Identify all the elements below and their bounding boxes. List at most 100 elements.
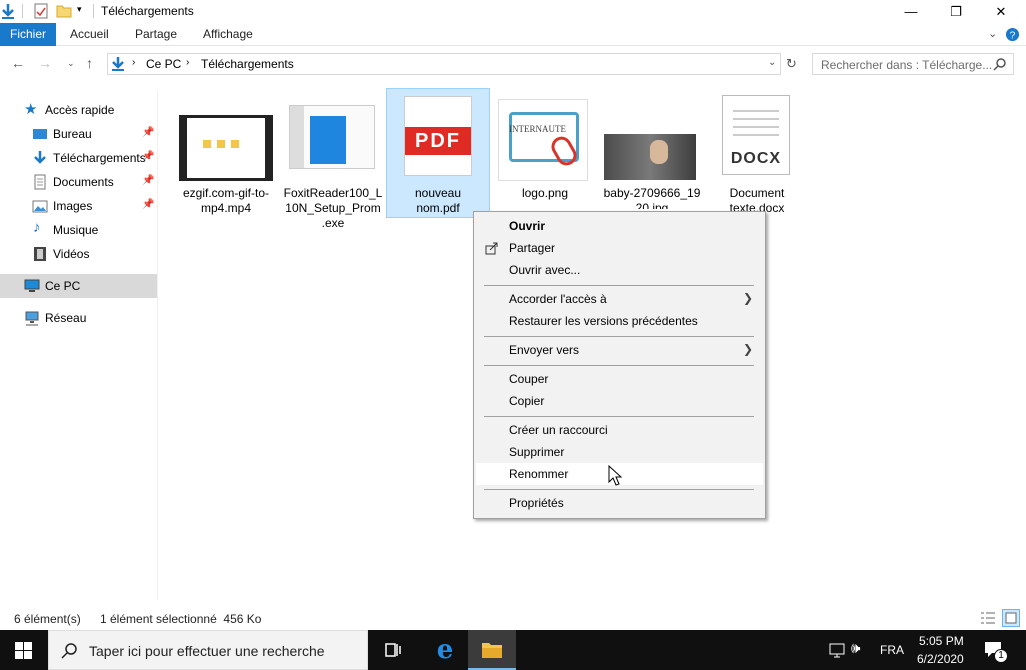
menu-item-label: Propriétés: [509, 496, 564, 510]
file-explorer-taskbar-button[interactable]: [468, 630, 516, 670]
file-name-line: ezgif.com-gif-to-: [182, 186, 270, 200]
menu-item-supprimer[interactable]: Supprimer: [476, 441, 763, 463]
file-item[interactable]: DOCX Document texte.docx: [705, 88, 809, 218]
navigation-pane: ★ Accès rapide Bureau 📌 Téléchargements …: [0, 90, 157, 600]
breadcrumb-telechargements[interactable]: Téléchargements: [201, 57, 294, 71]
menu-item-partager[interactable]: Partager: [476, 237, 763, 259]
sidebar-item-ce-pc[interactable]: Ce PC: [0, 274, 157, 298]
baby-shape: [650, 140, 668, 164]
pin-icon[interactable]: 📌: [142, 175, 154, 186]
pin-icon[interactable]: 📌: [142, 199, 154, 210]
up-arrow-icon[interactable]: ↑: [86, 55, 93, 71]
title-bar: ▾ Téléchargements — ❐ ✕: [0, 0, 1026, 23]
sidebar-item-images[interactable]: Images 📌: [0, 194, 157, 218]
file-item[interactable]: ezgif.com-gif-to- mp4.mp4: [174, 88, 278, 218]
desktop-icon: [33, 129, 47, 139]
details-view-icon[interactable]: [980, 610, 996, 626]
windows-start-icon[interactable]: [15, 642, 32, 659]
clock-time[interactable]: 5:05 PM: [919, 634, 964, 648]
tab-accueil[interactable]: Accueil: [60, 23, 119, 46]
close-button[interactable]: ✕: [978, 0, 1024, 23]
sidebar-item-label: Réseau: [45, 311, 87, 325]
language-indicator[interactable]: FRA: [880, 643, 904, 657]
menu-item-proprietes[interactable]: Propriétés: [476, 492, 763, 514]
navigation-bar: ← → ⌄ ↑ › Ce PC › Téléchargements ⌄ ↻ Re…: [0, 47, 1026, 81]
menu-item-ouvrir[interactable]: Ouvrir: [476, 215, 763, 237]
menu-item-label: Partager: [509, 241, 556, 255]
menu-item-envoyer-vers[interactable]: Envoyer vers ❯: [476, 339, 763, 361]
menu-separator: [484, 489, 754, 490]
sidebar-item-videos[interactable]: Vidéos: [0, 242, 157, 266]
videos-icon: [34, 247, 46, 261]
menu-separator: [484, 336, 754, 337]
customize-toolbar-icon[interactable]: ▾: [77, 4, 82, 15]
file-item[interactable]: baby-2709666_19 20.jpg: [600, 88, 704, 218]
file-name-line: FoxitReader100_L: [283, 186, 383, 200]
back-arrow-icon[interactable]: ←: [11, 55, 25, 71]
volume-icon[interactable]: 🕪: [851, 640, 860, 657]
pin-icon[interactable]: 📌: [142, 151, 154, 162]
forward-arrow-icon[interactable]: →: [38, 55, 52, 71]
file-item[interactable]: INTERNAUTE DÉBUTANT logo.png: [493, 88, 597, 218]
tab-fichier[interactable]: Fichier: [0, 23, 56, 46]
file-name: Document texte.docx: [705, 186, 809, 214]
tab-partage[interactable]: Partage: [125, 23, 187, 46]
large-icons-view-icon[interactable]: [1002, 609, 1020, 627]
sidebar-item-bureau[interactable]: Bureau 📌: [0, 122, 157, 146]
menu-separator: [484, 285, 754, 286]
minimize-button[interactable]: —: [888, 0, 934, 23]
file-name: FoxitReader100_L 10N_Setup_Prom .exe: [281, 186, 385, 231]
file-name-line: .exe: [321, 216, 345, 230]
menu-item-ouvrir-avec[interactable]: Ouvrir avec...: [476, 259, 763, 281]
tab-affichage[interactable]: Affichage: [193, 23, 263, 46]
taskbar: Taper ici pour effectuer une recherche e…: [0, 630, 1026, 670]
breadcrumb-ce-pc[interactable]: Ce PC: [146, 57, 181, 71]
sidebar-item-documents[interactable]: Documents 📌: [0, 170, 157, 194]
pane-divider[interactable]: [157, 90, 158, 600]
share-icon: [485, 242, 498, 255]
menu-item-creer-raccourci[interactable]: Créer un raccourci: [476, 419, 763, 441]
sidebar-item-musique[interactable]: ♪ Musique: [0, 218, 157, 242]
search-icon: [993, 58, 1006, 71]
docx-label: DOCX: [730, 150, 782, 167]
sidebar-item-label: Musique: [53, 223, 99, 237]
chevron-right-icon[interactable]: ›: [186, 57, 189, 68]
properties-icon[interactable]: [33, 3, 49, 19]
new-folder-icon[interactable]: [56, 3, 72, 19]
video-thumbnail: [179, 115, 273, 181]
task-view-icon[interactable]: [383, 641, 401, 659]
search-box[interactable]: Rechercher dans : Télécharge...: [812, 53, 1014, 75]
edge-browser-icon[interactable]: e: [425, 630, 465, 670]
status-bar: 6 élément(s) 1 élément sélectionné 456 K…: [0, 607, 1026, 629]
sidebar-item-telechargements[interactable]: Téléchargements 📌: [0, 146, 157, 170]
pin-icon[interactable]: 📌: [142, 127, 154, 138]
sidebar-item-label: Vidéos: [53, 247, 90, 261]
chevron-right-icon[interactable]: ›: [132, 57, 135, 68]
ribbon-tabs: Fichier Accueil Partage Affichage ⌄ ?: [0, 23, 1026, 46]
network-tray-icon[interactable]: [828, 643, 846, 659]
sidebar-item-reseau[interactable]: Réseau: [0, 306, 157, 330]
menu-item-accorder-acces[interactable]: Accorder l'accès à ❯: [476, 288, 763, 310]
separator: [93, 4, 94, 18]
recent-locations-icon[interactable]: ⌄: [67, 58, 75, 69]
menu-item-restaurer-versions[interactable]: Restaurer les versions précédentes: [476, 310, 763, 332]
menu-item-couper[interactable]: Couper: [476, 368, 763, 390]
chevron-down-icon[interactable]: ⌄: [988, 27, 997, 40]
menu-item-label: Ouvrir: [509, 219, 546, 233]
chevron-down-icon[interactable]: ⌄: [768, 57, 776, 68]
taskbar-search-box[interactable]: Taper ici pour effectuer une recherche: [48, 630, 368, 670]
sidebar-item-acces-rapide[interactable]: ★ Accès rapide: [0, 98, 157, 122]
search-icon: [61, 643, 77, 659]
menu-item-label: Supprimer: [509, 445, 565, 459]
maximize-button[interactable]: ❐: [933, 0, 979, 23]
download-icon[interactable]: [0, 3, 16, 19]
menu-item-copier[interactable]: Copier: [476, 390, 763, 412]
file-item[interactable]: FoxitReader100_L 10N_Setup_Prom .exe: [281, 88, 385, 230]
file-item-selected[interactable]: PDF nouveau nom.pdf: [386, 88, 490, 218]
address-bar[interactable]: › Ce PC › Téléchargements ⌄: [107, 53, 781, 75]
help-icon[interactable]: ?: [1005, 27, 1020, 42]
refresh-icon[interactable]: ↻: [786, 56, 797, 72]
clock-date[interactable]: 6/2/2020: [917, 652, 964, 666]
notification-badge: 1: [994, 649, 1008, 663]
logo-text-bottom: DÉBUTANT: [513, 152, 551, 159]
